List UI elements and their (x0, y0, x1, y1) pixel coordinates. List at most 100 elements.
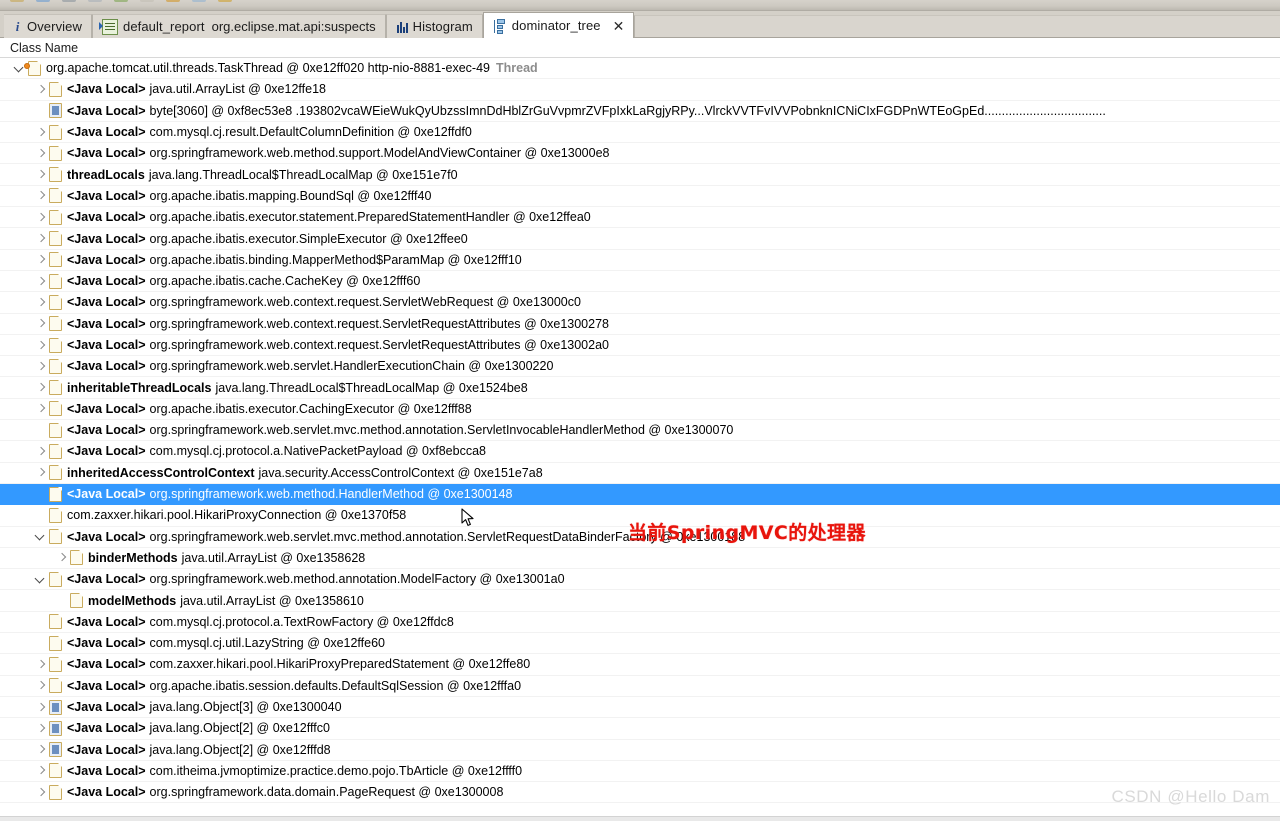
chevron-right-icon[interactable] (33, 271, 49, 291)
dominator-tree-table[interactable]: org.apache.tomcat.util.threads.TaskThrea… (0, 58, 1280, 804)
row-class-name: org.apache.ibatis.cache.CacheKey @ 0xe12… (149, 274, 421, 289)
object-icon (49, 614, 62, 630)
settings-icon[interactable] (218, 0, 232, 2)
row-field-name: <Java Local> (67, 146, 146, 161)
chevron-right-icon[interactable] (33, 207, 49, 227)
chevron-right-icon[interactable] (33, 782, 49, 802)
chevron-right-icon[interactable] (33, 164, 49, 184)
tab-dominator-tree[interactable]: dominator_tree ✕ (482, 12, 635, 38)
tree-row[interactable]: <Java Local> java.lang.Object[2] @ 0xe12f… (0, 740, 1280, 761)
tree-row[interactable]: <Java Local> org.springframework.web.cont… (0, 335, 1280, 357)
object-icon (49, 401, 62, 417)
chevron-right-icon[interactable] (33, 356, 49, 376)
tree-row[interactable]: <Java Local> org.springframework.web.meth… (0, 483, 1280, 506)
tree-row[interactable]: inheritableThreadLocals java.lang.ThreadL… (0, 377, 1280, 399)
chevron-right-icon[interactable] (33, 314, 49, 334)
row-field-name: <Java Local> (67, 231, 146, 246)
chevron-right-icon[interactable] (33, 399, 49, 419)
row-class-name: org.springframework.web.method.annotatio… (149, 572, 565, 587)
tree-row[interactable]: <Java Local> org.apache.ibatis.executor.S… (0, 228, 1280, 250)
row-field-name: <Java Local> (67, 274, 146, 289)
info-icon: i (15, 18, 20, 34)
chevron-right-icon[interactable] (33, 697, 49, 717)
print-icon[interactable] (62, 0, 76, 2)
chevron-right-icon[interactable] (33, 676, 49, 696)
chevron-right-icon[interactable] (33, 740, 49, 760)
chevron-right-icon[interactable] (33, 441, 49, 461)
tree-row[interactable]: <Java Local> com.mysql.cj.result.DefaultC… (0, 122, 1280, 144)
chevron-right-icon[interactable] (33, 718, 49, 738)
tab-default-report[interactable]: default_report org.eclipse.mat.api:suspe… (91, 14, 386, 38)
chevron-down-icon[interactable] (33, 569, 49, 589)
tree-row[interactable]: inheritedAccessControlContext java.securi… (0, 463, 1280, 484)
chevron-right-icon[interactable] (33, 654, 49, 674)
row-class-name: com.mysql.cj.result.DefaultColumnDefinit… (149, 125, 472, 140)
tree-row[interactable]: <Java Local> java.util.ArrayList @ 0xe12f… (0, 79, 1280, 101)
close-icon[interactable]: ✕ (613, 19, 625, 33)
tree-row[interactable]: <Java Local> com.zaxxer.hikari.pool.Hikar… (0, 654, 1280, 676)
query-icon[interactable] (114, 0, 128, 2)
tree-row[interactable]: <Java Local> org.springframework.web.cont… (0, 314, 1280, 335)
inspector-icon[interactable] (140, 0, 154, 2)
row-field-name: <Java Local> (67, 487, 146, 502)
tab-histogram[interactable]: Histogram (385, 14, 483, 38)
row-field-name: modelMethods (88, 593, 177, 608)
tree-row[interactable]: <Java Local> com.mysql.cj.protocol.a.Nati… (0, 441, 1280, 463)
history-icon[interactable] (88, 0, 102, 2)
tree-row[interactable]: <Java Local> org.springframework.web.meth… (0, 569, 1280, 591)
tree-row[interactable]: <Java Local> org.apache.ibatis.mapping.Bo… (0, 186, 1280, 208)
row-field-name: inheritableThreadLocals (67, 380, 212, 395)
tree-row[interactable]: <Java Local> org.apache.ibatis.session.de… (0, 676, 1280, 697)
chevron-right-icon[interactable] (33, 122, 49, 142)
column-header-class-name[interactable]: Class Name (0, 38, 1280, 58)
chevron-right-icon[interactable] (33, 143, 49, 163)
tree-row[interactable]: <Java Local> org.springframework.data.dom… (0, 782, 1280, 804)
row-field-name: <Java Local> (67, 700, 146, 715)
row-class-name: com.mysql.cj.util.LazyString @ 0xe12ffe6… (149, 636, 386, 651)
row-field-name: <Java Local> (67, 401, 146, 416)
chevron-right-icon[interactable] (33, 292, 49, 312)
chevron-right-icon[interactable] (33, 228, 49, 248)
chevron-right-icon[interactable] (33, 250, 49, 270)
tree-row[interactable]: <Java Local> org.springframework.web.meth… (0, 143, 1280, 165)
chevron-right-icon[interactable] (54, 548, 70, 568)
tab-overview[interactable]: i Overview (4, 14, 92, 38)
chevron-right-icon[interactable] (33, 186, 49, 206)
row-field-name: <Java Local> (67, 252, 146, 267)
export-icon[interactable] (192, 0, 206, 2)
tree-row[interactable]: <Java Local> com.mysql.cj.util.LazyString… (0, 633, 1280, 655)
chevron-right-icon[interactable] (33, 761, 49, 781)
tree-row[interactable]: <Java Local> org.apache.ibatis.binding.Ma… (0, 250, 1280, 271)
tree-row[interactable]: <Java Local> org.springframework.web.serv… (0, 356, 1280, 378)
chevron-right-icon[interactable] (33, 335, 49, 355)
object-icon (49, 188, 62, 204)
tree-row[interactable]: <Java Local> org.apache.ibatis.cache.Cach… (0, 271, 1280, 293)
tree-row[interactable]: <Java Local> org.apache.ibatis.executor.C… (0, 399, 1280, 421)
tree-row[interactable]: threadLocals java.lang.ThreadLocal$Thread… (0, 164, 1280, 186)
tree-row[interactable]: <Java Local> com.itheima.jvmoptimize.prac… (0, 761, 1280, 783)
tree-row[interactable]: modelMethods java.util.ArrayList @ 0xe135… (0, 590, 1280, 612)
chevron-right-icon[interactable] (33, 79, 49, 99)
save-icon[interactable] (36, 0, 50, 2)
tree-row[interactable]: <Java Local> java.lang.Object[3] @ 0xe130… (0, 697, 1280, 719)
chevron-down-icon[interactable] (33, 527, 49, 547)
chevron-right-icon[interactable] (33, 377, 49, 397)
row-field-name: <Java Local> (67, 103, 146, 118)
row-class-name: org.springframework.web.context.request.… (149, 295, 581, 310)
tree-row[interactable]: <Java Local> byte[3060] @ 0xf8ec53e8 .193… (0, 101, 1280, 122)
row-class-name: org.springframework.web.method.HandlerMe… (149, 487, 513, 502)
pie-icon[interactable] (166, 0, 180, 2)
chevron-right-icon[interactable] (33, 463, 49, 483)
main-toolbar[interactable] (0, 0, 1280, 11)
object-icon (49, 273, 62, 289)
tree-row[interactable]: org.apache.tomcat.util.threads.TaskThrea… (0, 58, 1280, 80)
open-icon[interactable] (10, 0, 24, 2)
tree-row[interactable]: <Java Local> com.mysql.cj.protocol.a.Text… (0, 612, 1280, 634)
tree-row[interactable]: <Java Local> org.springframework.web.serv… (0, 420, 1280, 442)
gc-root-object-icon (24, 60, 41, 76)
tree-row[interactable]: <Java Local> org.springframework.web.cont… (0, 292, 1280, 314)
tree-row[interactable]: binderMethods java.util.ArrayList @ 0xe13… (0, 548, 1280, 570)
tree-row[interactable]: <Java Local> org.apache.ibatis.executor.s… (0, 207, 1280, 229)
tree-row[interactable]: <Java Local> java.lang.Object[2] @ 0xe12f… (0, 718, 1280, 740)
